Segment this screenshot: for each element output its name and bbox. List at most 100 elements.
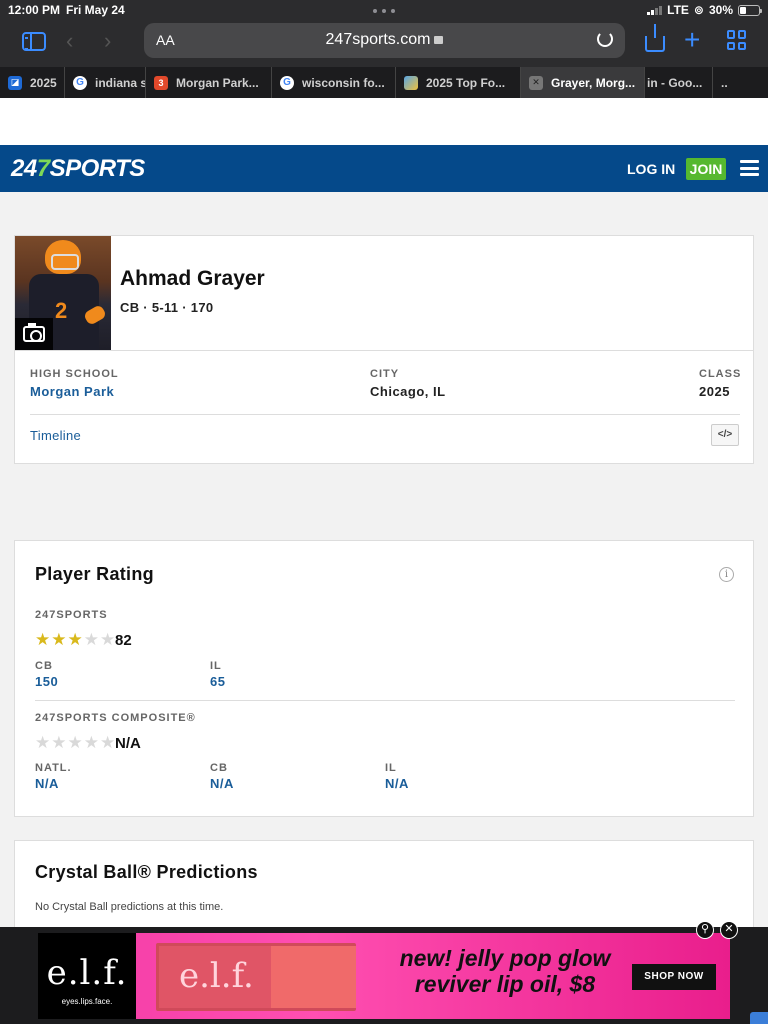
star-icon: ★ — [35, 733, 51, 752]
star-icon: ★ — [67, 630, 83, 649]
star-icon: ★ — [67, 733, 83, 752]
ad-tagline: eyes.lips.face. — [61, 997, 113, 1006]
city-value: Chicago, IL — [370, 384, 446, 399]
camera-icon — [23, 323, 45, 342]
status-date: Fri May 24 — [66, 3, 125, 17]
ad-close-icon[interactable]: ✕ — [720, 921, 738, 939]
crystal-ball-title: Crystal Ball® Predictions — [35, 862, 258, 882]
ad-info-icon[interactable]: ⚲ — [696, 921, 714, 939]
composite-natl-value[interactable]: N/A — [35, 776, 59, 791]
ad-brand-logo: e.l.f. eyes.lips.face. — [38, 933, 136, 1019]
status-right: LTE ⊚ 30% — [647, 3, 762, 17]
new-tab-icon[interactable]: + — [684, 24, 700, 56]
high-school-label: HIGH SCHOOL — [30, 368, 119, 380]
login-link[interactable]: LOG IN — [627, 161, 675, 177]
multitask-dots-icon[interactable] — [373, 9, 395, 13]
browser-tab[interactable]: 3 Morgan Park... — [146, 67, 272, 98]
composite-natl-label: NATL. — [35, 762, 72, 774]
rating-247-label: 247SPORTS — [35, 609, 108, 621]
city-label: CITY — [370, 368, 400, 380]
position-rank-label: CB — [35, 660, 53, 672]
ad-corner-tab[interactable] — [750, 1012, 768, 1024]
photo-gallery-button[interactable] — [15, 318, 53, 350]
state-rank-link[interactable]: 65 — [210, 674, 225, 689]
composite-score: N/A — [115, 735, 141, 752]
url-text: 247sports.com — [325, 31, 431, 48]
sidebar-icon[interactable] — [22, 32, 46, 51]
back-icon[interactable]: ‹ — [66, 30, 73, 52]
rating-247-score: 82 — [115, 632, 132, 649]
composite-pos-label: CB — [210, 762, 228, 774]
tab-strip: ◪ 2025 Gindiana s 3 Morgan Park... Gwiscon… — [0, 67, 768, 98]
composite-label: 247SPORTS COMPOSITE® — [35, 712, 196, 724]
composite-state-value[interactable]: N/A — [385, 776, 409, 791]
composite-pos-value[interactable]: N/A — [210, 776, 234, 791]
player-rating-title: Player Rating — [35, 564, 154, 584]
status-time: 12:00 PM — [8, 3, 61, 17]
browser-tab-active[interactable]: ✕ Grayer, Morg... — [521, 67, 645, 98]
info-icon[interactable]: i — [719, 567, 734, 582]
high-school-link[interactable]: Morgan Park — [30, 384, 114, 399]
divider — [15, 350, 753, 351]
player-photo[interactable]: 2 — [15, 236, 111, 350]
close-tab-icon[interactable]: ✕ — [529, 75, 543, 90]
embed-code-icon[interactable]: </> — [711, 424, 739, 446]
lock-icon — [434, 36, 444, 44]
battery-icon — [738, 4, 762, 16]
red-icon: 3 — [154, 75, 168, 90]
star-icon: ★ — [100, 733, 116, 752]
ad-product-image: e.l.f. — [156, 943, 356, 1011]
google-icon: G — [280, 75, 294, 90]
browser-toolbar: ‹ › AA 247sports.com + — [0, 20, 768, 67]
state-rank-label: IL — [210, 660, 222, 672]
address-bar[interactable]: AA 247sports.com — [144, 23, 625, 58]
ad-banner[interactable]: e.l.f. eyes.lips.face. e.l.f. new! jelly… — [38, 933, 730, 1019]
browser-tab[interactable]: Gwisconsin fo... — [272, 67, 396, 98]
browser-tab[interactable]: 2025 Top Fo... — [396, 67, 521, 98]
composite-stars: ★ ★ ★ ★ ★ — [35, 734, 115, 751]
player-name: Ahmad Grayer — [120, 267, 265, 290]
site-logo[interactable]: 247SPORTS — [11, 155, 145, 183]
reload-icon[interactable] — [597, 31, 613, 47]
player-meta: CB · 5-11 · 170 — [120, 300, 214, 315]
share-icon[interactable] — [645, 24, 665, 52]
status-bar: 12:00 PM Fri May 24 LTE ⊚ 30% — [0, 0, 768, 20]
signal-icon — [647, 5, 663, 15]
star-icon: ★ — [83, 630, 99, 649]
timeline-link[interactable]: Timeline — [30, 428, 81, 443]
star-icon: ★ — [51, 733, 67, 752]
star-icon: ★ — [35, 630, 51, 649]
forward-icon[interactable]: › — [104, 30, 111, 52]
composite-state-label: IL — [385, 762, 397, 774]
class-value: 2025 — [699, 384, 730, 399]
star-icon: ★ — [83, 733, 99, 752]
browser-tab[interactable]: ◪ 2025 — [0, 67, 65, 98]
blue-icon: ◪ — [8, 75, 22, 90]
position-rank-link[interactable]: 150 — [35, 674, 58, 689]
image-icon — [404, 75, 418, 90]
star-icon: ★ — [100, 630, 116, 649]
google-icon: G — [73, 75, 87, 90]
menu-icon[interactable] — [740, 160, 759, 176]
join-button[interactable]: JOIN — [686, 158, 726, 180]
battery-percent: 30% — [708, 3, 733, 17]
orientation-lock-icon: ⊚ — [693, 3, 704, 17]
browser-tab-overflow[interactable]: .. — [713, 67, 768, 98]
divider — [35, 700, 735, 701]
crystal-ball-note: No Crystal Ball predictions at this time… — [35, 901, 224, 913]
browser-tab[interactable]: in - Goo... — [645, 67, 713, 98]
ad-headline: new! jelly pop glow reviver lip oil, $8 — [399, 945, 611, 997]
class-label: CLASS — [699, 368, 742, 380]
ad-shop-now-button[interactable]: SHOP NOW — [632, 964, 716, 990]
divider — [30, 414, 740, 415]
ad-banner-container: e.l.f. eyes.lips.face. e.l.f. new! jelly… — [0, 921, 768, 1024]
player-profile-card: 2 Ahmad Grayer CB · 5-11 · 170 HIGH SCHO… — [14, 235, 754, 464]
site-header: 247SPORTS LOG IN JOIN — [0, 145, 768, 192]
rating-247-stars: ★ ★ ★ ★ ★ — [35, 631, 115, 648]
star-icon: ★ — [51, 630, 67, 649]
browser-tab[interactable]: Gindiana s — [65, 67, 146, 98]
player-rating-card: Player Rating i 247SPORTS ★ ★ ★ ★ ★ 82 CB 15… — [14, 540, 754, 817]
network-label: LTE — [667, 3, 689, 17]
tab-overview-icon[interactable] — [727, 30, 747, 50]
page-top-spacer — [0, 98, 768, 145]
